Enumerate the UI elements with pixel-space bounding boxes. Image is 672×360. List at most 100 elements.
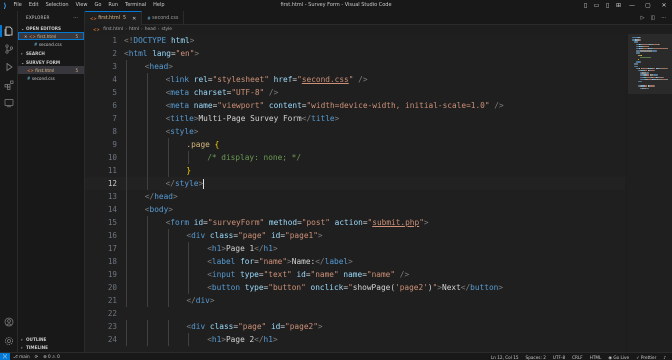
explorer-header: EXPLORER ···: [18, 11, 84, 24]
menu-help[interactable]: Help: [150, 0, 168, 11]
breadcrumb-style[interactable]: style: [161, 27, 172, 32]
code-line[interactable]: 21 </div>: [85, 294, 625, 307]
code-token: id: [296, 270, 306, 279]
search-section[interactable]: › SEARCH: [18, 49, 84, 57]
code-line[interactable]: 8 <style>: [85, 125, 625, 138]
tab-first-html[interactable]: <> first.html 5 ✕: [85, 11, 143, 25]
code-line[interactable]: 14 <body>: [85, 203, 625, 216]
tab-second-css[interactable]: # second.css: [142, 11, 185, 25]
go-live-button[interactable]: ◉ Go Live: [608, 355, 629, 360]
minimap-stroke: [656, 74, 658, 76]
code-editor[interactable]: 1 <!DOCTYPE html> 2 <html lang="en"> 3 <head>…: [85, 34, 625, 352]
code-token: id: [270, 322, 281, 331]
branch-indicator[interactable]: ⎇ main: [13, 354, 30, 359]
toggle-sidebar-icon[interactable]: ▯: [580, 0, 591, 11]
indentation[interactable]: Spaces: 2: [526, 355, 546, 360]
file-item-second-css[interactable]: # second.css: [18, 74, 84, 82]
line-number: 19: [107, 270, 117, 279]
code-token: /* display: none; */: [207, 153, 302, 162]
notifications-bell-icon[interactable]: ♪: [663, 355, 666, 360]
open-editor-item-first-html[interactable]: ✕ <> first.html 5: [18, 32, 84, 40]
menu-selection[interactable]: Selection: [42, 0, 72, 11]
end-of-line[interactable]: CRLF: [572, 355, 583, 360]
code-token: head: [149, 62, 169, 71]
explorer-more-actions-icon[interactable]: ···: [73, 15, 78, 20]
code-line[interactable]: 15 <form id="surveyForm" method="post" ac…: [85, 216, 625, 229]
source-control-icon[interactable]: [4, 44, 14, 54]
code-token: "UTF-8": [231, 88, 265, 97]
code-line[interactable]: 18 <label for="name">Name:</label>: [85, 255, 625, 268]
minimap-stroke: [653, 70, 655, 72]
code-line[interactable]: 17 <h1>Page 1</h1>: [85, 242, 625, 255]
menu-edit[interactable]: Edit: [25, 0, 42, 11]
toggle-panel-icon[interactable]: ▭: [591, 0, 602, 11]
workspace-section[interactable]: ⌄ SURVEY FORM: [18, 58, 84, 66]
breadcrumb-head[interactable]: head: [145, 27, 156, 32]
code-line[interactable]: 23 <div class="page" id="page2">: [85, 320, 625, 333]
menu-run[interactable]: Run: [105, 0, 122, 11]
code-line[interactable]: 3 <head>: [85, 60, 625, 73]
code-text: <div class="page" id="page1">: [186, 229, 322, 242]
code-line[interactable]: 2 <html lang="en">: [85, 47, 625, 60]
file-item-first-html[interactable]: <> first.html 5: [18, 66, 84, 74]
code-token: />: [494, 101, 504, 110]
menu-terminal[interactable]: Terminal: [122, 0, 150, 11]
breadcrumb-file[interactable]: first.html: [103, 27, 123, 32]
code-token: >: [272, 244, 278, 253]
remote-explorer-icon[interactable]: [4, 98, 14, 108]
cursor-position[interactable]: Ln 12, Col 15: [491, 355, 519, 360]
indent-guide: [167, 164, 169, 177]
menu-view[interactable]: View: [72, 0, 91, 11]
code-line[interactable]: 1 <!DOCTYPE html>: [85, 34, 625, 47]
code-line[interactable]: 13 </head>: [85, 190, 625, 203]
code-line[interactable]: 7 <title>Multi-Page Survey Form</title>: [85, 112, 625, 125]
code-token: "page": [238, 231, 267, 240]
split-editor-icon[interactable]: ◫: [650, 15, 655, 21]
run-file-icon[interactable]: ▷: [641, 15, 645, 21]
code-line[interactable]: 5 <meta charset="UTF-8" />: [85, 86, 625, 99]
customize-layout-icon[interactable]: ⊞: [613, 0, 624, 11]
code-line[interactable]: 11}: [85, 164, 625, 177]
code-line[interactable]: 24 <h1>Page 2</h1>: [85, 333, 625, 346]
code-line[interactable]: 19 <input type="text" id="name" name="nam…: [85, 268, 625, 281]
run-debug-icon[interactable]: [4, 62, 14, 72]
code-line[interactable]: 9 .page {: [85, 138, 625, 151]
prettier-status[interactable]: ✓ Prettier: [636, 355, 656, 360]
timeline-section[interactable]: › TIMELINE: [18, 343, 85, 351]
explorer-icon[interactable]: [4, 26, 14, 36]
more-actions-icon[interactable]: ···: [661, 15, 666, 21]
open-editor-item-second-css[interactable]: # second.css: [18, 40, 84, 48]
maximize-button[interactable]: ▢: [640, 0, 656, 11]
outline-section[interactable]: › OUTLINE: [18, 335, 85, 343]
open-editors-section[interactable]: ⌄ OPEN EDITORS: [18, 24, 84, 32]
minimize-button[interactable]: —: [624, 0, 640, 11]
language-mode[interactable]: HTML: [590, 355, 602, 360]
code-line[interactable]: 20 <button type="button" onclick="showPag…: [85, 281, 625, 294]
minimap-stroke: [640, 56, 651, 59]
indent-guide: [146, 229, 148, 242]
code-line[interactable]: 12 </style>: [85, 177, 625, 190]
code-line[interactable]: 4 <link rel="stylesheet" href="second.css…: [85, 73, 625, 86]
code-token: button: [211, 283, 241, 292]
breadcrumb-html[interactable]: html: [129, 27, 139, 32]
sync-icon[interactable]: ⟳: [35, 354, 39, 359]
manage-gear-icon[interactable]: [4, 336, 14, 346]
code-line[interactable]: 10 /* display: none; */: [85, 151, 625, 164]
code-line[interactable]: 16 <div class="page" id="page1">: [85, 229, 625, 242]
encoding[interactable]: UTF-8: [553, 355, 565, 360]
close-window-button[interactable]: ✕: [656, 0, 672, 11]
problems-indicator[interactable]: ⊗ 0 ⚠ 0: [43, 354, 60, 359]
code-line[interactable]: 6 <meta name="viewport" content="width=de…: [85, 99, 625, 112]
menu-go[interactable]: Go: [91, 0, 105, 11]
indent-guide: [146, 294, 148, 307]
extensions-icon[interactable]: [4, 80, 14, 90]
title-bar: ⟩ File Edit Selection View Go Run Termin…: [0, 0, 672, 11]
accounts-icon[interactable]: [4, 317, 14, 327]
minimap[interactable]: [628, 34, 672, 352]
menu-file[interactable]: File: [10, 0, 25, 11]
close-tab-icon[interactable]: ✕: [132, 16, 136, 22]
toggle-secondary-sidebar-icon[interactable]: ▯: [602, 0, 613, 11]
remote-indicator-icon[interactable]: ⟩⟨: [0, 352, 10, 360]
code-line[interactable]: 22: [85, 307, 625, 320]
indent-guide: [126, 138, 127, 151]
